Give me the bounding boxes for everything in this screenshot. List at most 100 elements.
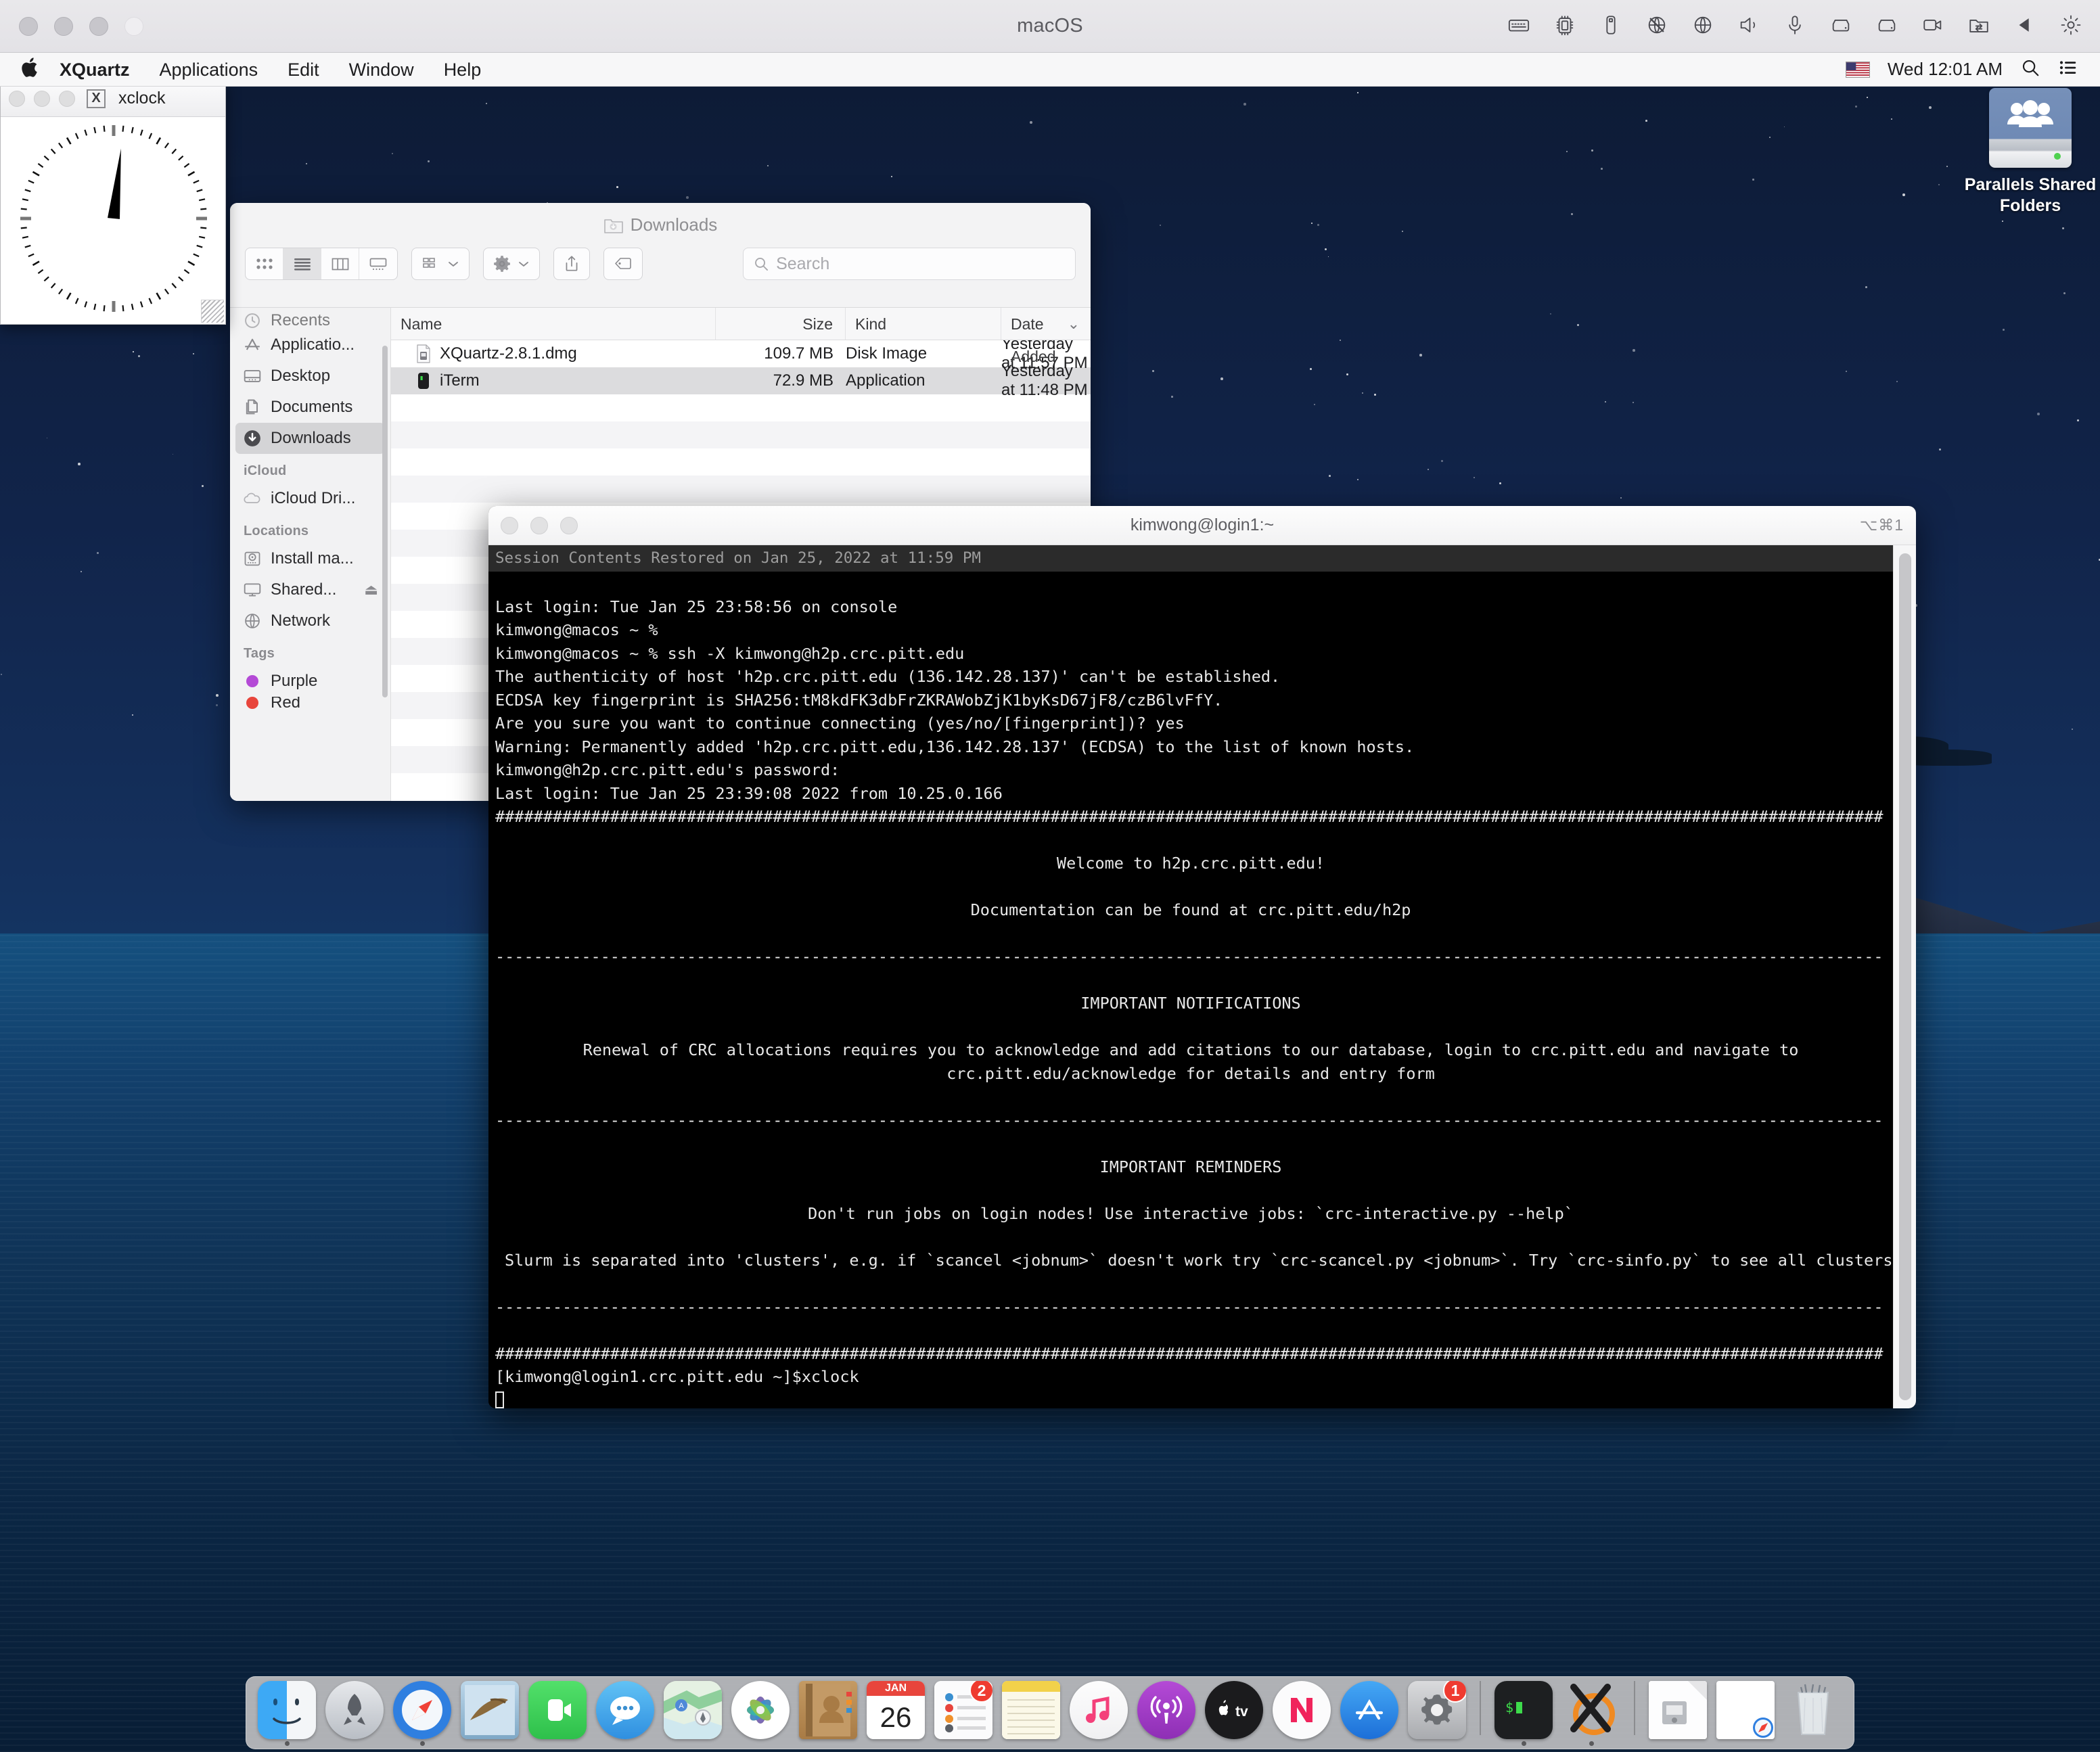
desktop-icon-parallels-shared-folders[interactable]: Parallels Shared Folders — [1953, 88, 2100, 216]
dock-item-finder[interactable] — [256, 1681, 318, 1746]
downloads-icon — [242, 428, 262, 448]
finder-search-box[interactable] — [743, 248, 1076, 280]
dock-item-music[interactable] — [1068, 1681, 1130, 1746]
dock-item-photos[interactable] — [729, 1681, 792, 1746]
list-view-button[interactable] — [283, 248, 321, 279]
disk-icon[interactable] — [1829, 12, 1852, 38]
control-center-icon[interactable] — [2058, 57, 2078, 81]
table-row[interactable]: iTerm 72.9 MB Application Yesterday at 1… — [391, 362, 1091, 399]
gallery-view-button[interactable] — [359, 248, 397, 279]
dock-item-maps[interactable]: A — [662, 1681, 724, 1746]
dock-item-mail[interactable] — [459, 1681, 521, 1746]
usb-icon[interactable] — [1599, 12, 1622, 38]
row-name-text: XQuartz-2.8.1.dmg — [440, 344, 577, 363]
tags-button[interactable] — [603, 248, 643, 280]
iterm-window[interactable]: kimwong@login1:~ ⌥⌘1 Session Contents Re… — [488, 506, 1916, 1408]
sidebar-scrollbar[interactable] — [382, 346, 388, 697]
dock-item-launchpad[interactable] — [323, 1681, 386, 1746]
cpu-icon[interactable] — [1553, 12, 1576, 38]
sidebar-item-install-macos[interactable]: Install ma... — [235, 543, 385, 574]
menubar-item-xquartz[interactable]: XQuartz — [45, 53, 145, 87]
sidebar-item-recents[interactable]: Recents — [235, 312, 385, 329]
dock-item-trash[interactable] — [1782, 1681, 1844, 1746]
dock-item-calendar[interactable]: JAN 26 — [865, 1681, 927, 1746]
action-gear-button[interactable] — [483, 248, 540, 280]
xclock-dial — [20, 125, 207, 312]
sidebar-item-documents[interactable]: Documents — [235, 392, 385, 423]
applications-icon — [242, 335, 262, 355]
keyboard-icon[interactable] — [1507, 12, 1530, 38]
eject-icon[interactable]: ⏏ — [364, 581, 378, 599]
menubar-item-applications[interactable]: Applications — [145, 53, 273, 87]
dock-item-appstore[interactable] — [1338, 1681, 1400, 1746]
search-input[interactable] — [776, 254, 1066, 274]
sidebar-item-desktop[interactable]: Desktop — [235, 361, 385, 392]
dock-item-facetime[interactable] — [526, 1681, 589, 1746]
sidebar-item-icloud-drive[interactable]: iCloud Dri... — [235, 483, 385, 514]
terminal-reminders-header: IMPORTANT REMINDERS — [1099, 1157, 1282, 1176]
drive-led — [2054, 153, 2061, 160]
column-view-button[interactable] — [321, 248, 359, 279]
dock-item-notes[interactable] — [1000, 1681, 1062, 1746]
menubar-item-help[interactable]: Help — [429, 53, 497, 87]
us-flag-icon[interactable] — [1845, 61, 1870, 78]
dock-item-appletv[interactable]: tv — [1203, 1681, 1265, 1746]
empty-row — [391, 476, 1091, 503]
column-header-size[interactable]: Size — [716, 308, 846, 340]
dock-item-news[interactable] — [1271, 1681, 1333, 1746]
table-row[interactable]: XQuartz-2.8.1.dmg 109.7 MB Disk Image Ye… — [391, 340, 1091, 372]
play-icon[interactable] — [2013, 12, 2036, 38]
launchpad-icon — [325, 1681, 384, 1739]
xclock-resize-grip[interactable] — [201, 300, 224, 323]
trash-icon — [1784, 1681, 1842, 1739]
chevron-down-icon — [449, 262, 458, 267]
xclock-close-button[interactable] — [9, 90, 25, 107]
menubar-item-window[interactable]: Window — [334, 53, 429, 87]
installer-icon — [1649, 1681, 1707, 1739]
dock-item-system-preferences[interactable]: 1 — [1406, 1681, 1468, 1746]
dock-item-contacts[interactable] — [797, 1681, 859, 1746]
sidebar-item-network[interactable]: Network — [235, 605, 385, 637]
dock-item-downloads-stack[interactable] — [1714, 1681, 1777, 1746]
menubar-item-edit[interactable]: Edit — [273, 53, 334, 87]
dock-item-reminders[interactable]: 2 — [932, 1681, 995, 1746]
dock-item-iterm[interactable]: $ — [1492, 1681, 1555, 1746]
column-header-name[interactable]: Name — [391, 308, 716, 340]
dock-item-xquartz[interactable] — [1560, 1681, 1622, 1746]
disk2-icon[interactable] — [1875, 12, 1898, 38]
speaker-icon[interactable] — [1737, 12, 1760, 38]
sidebar-item-shared[interactable]: Shared... ⏏ — [235, 574, 385, 605]
gear-icon[interactable] — [2059, 12, 2082, 38]
column-header-date-added[interactable]: Date Added ⌄ — [1001, 308, 1091, 365]
globe-icon[interactable] — [1691, 12, 1714, 38]
running-indicator — [284, 1741, 290, 1746]
terminal-scrollbar-thumb[interactable] — [1898, 553, 1911, 1400]
menubar-clock[interactable]: Wed 12:01 AM — [1888, 59, 2003, 80]
column-header-kind[interactable]: Kind — [846, 308, 1001, 340]
microphone-icon[interactable] — [1783, 12, 1806, 38]
xclock-minimize-button[interactable] — [34, 90, 50, 107]
apple-menu-icon[interactable] — [20, 56, 45, 83]
sidebar-item-downloads[interactable]: Downloads — [235, 423, 385, 454]
xclock-zoom-button[interactable] — [59, 90, 75, 107]
shared-folder-icon[interactable] — [1967, 12, 1990, 38]
no-network-icon[interactable] — [1645, 12, 1668, 38]
dock-item-messages[interactable] — [594, 1681, 656, 1746]
icon-view-button[interactable] — [246, 248, 283, 279]
dock-item-safari[interactable] — [391, 1681, 453, 1746]
group-by-button[interactable] — [411, 248, 470, 280]
share-button[interactable] — [553, 248, 590, 280]
terminal-screen[interactable]: Session Contents Restored on Jan 25, 202… — [488, 545, 1893, 1408]
sidebar-item-tag-red[interactable]: Red — [235, 697, 385, 709]
camera-icon[interactable] — [1921, 12, 1944, 38]
spotlight-search-icon[interactable] — [2020, 57, 2040, 81]
finder-view-mode-segment[interactable] — [245, 248, 398, 280]
terminal-line: Are you sure you want to continue connec… — [495, 714, 1185, 733]
xquartz-x-icon: X — [87, 89, 106, 108]
sidebar-item-applications[interactable]: Applicatio... — [235, 329, 385, 361]
terminal-scrollbar[interactable] — [1893, 545, 1916, 1408]
dock-item-installer[interactable] — [1647, 1681, 1709, 1746]
dock-item-podcasts[interactable] — [1135, 1681, 1197, 1746]
xclock-window[interactable]: X xclock — [0, 80, 226, 325]
sidebar-item-tag-purple[interactable]: Purple — [235, 666, 385, 697]
